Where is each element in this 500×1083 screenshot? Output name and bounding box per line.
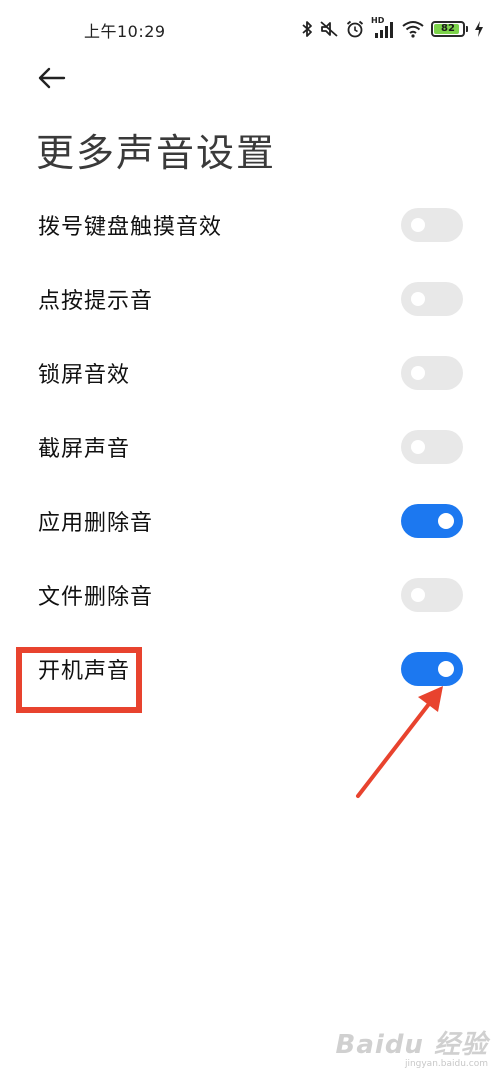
battery-icon: 82 xyxy=(431,21,468,37)
watermark-brand: Baidu 经验 xyxy=(335,1030,488,1060)
setting-row-app-delete-sound[interactable]: 应用删除音 xyxy=(0,484,500,558)
status-icons: HD 82 xyxy=(301,16,484,42)
toggle-knob xyxy=(411,588,425,602)
status-time: 上午10:29 xyxy=(84,22,166,41)
setting-label: 应用删除音 xyxy=(38,511,154,536)
setting-row-screenshot-sound[interactable]: 截屏声音 xyxy=(0,410,500,484)
page-title: 更多声音设置 xyxy=(36,131,277,175)
alarm-icon xyxy=(345,19,365,39)
toggle-knob xyxy=(411,218,425,232)
setting-row-file-delete-sound[interactable]: 文件删除音 xyxy=(0,558,500,632)
settings-list: 拨号键盘触摸音效 点按提示音 锁屏音效 截屏声音 应用删除音 文件删除音 开机声… xyxy=(0,188,500,706)
setting-label: 拨号键盘触摸音效 xyxy=(38,215,223,240)
boot-sound-toggle[interactable] xyxy=(401,652,463,686)
hd-signal-icon: HD xyxy=(371,16,395,39)
mute-icon xyxy=(319,20,339,38)
setting-label: 文件删除音 xyxy=(38,585,154,610)
toggle-knob xyxy=(411,366,425,380)
setting-label: 锁屏音效 xyxy=(38,363,131,388)
toggle-knob xyxy=(411,440,425,454)
toggle-knob xyxy=(438,513,454,529)
annotation-highlight-box xyxy=(16,647,142,713)
battery-level: 82 xyxy=(441,23,455,34)
toggle-knob xyxy=(438,661,454,677)
setting-row-lock-screen-sound[interactable]: 锁屏音效 xyxy=(0,336,500,410)
toggle-knob xyxy=(411,292,425,306)
setting-label: 点按提示音 xyxy=(38,289,154,314)
setting-label: 截屏声音 xyxy=(38,437,131,462)
dialpad-touch-sound-toggle[interactable] xyxy=(401,208,463,242)
setting-row-tap-sound[interactable]: 点按提示音 xyxy=(0,262,500,336)
lock-screen-sound-toggle[interactable] xyxy=(401,356,463,390)
watermark: Baidu 经验 jingyan.baidu.com xyxy=(336,1024,488,1069)
screenshot-sound-toggle[interactable] xyxy=(401,430,463,464)
back-button[interactable] xyxy=(36,62,76,98)
wifi-icon xyxy=(401,20,425,38)
bluetooth-icon xyxy=(301,20,313,38)
app-delete-sound-toggle[interactable] xyxy=(401,504,463,538)
file-delete-sound-toggle[interactable] xyxy=(401,578,463,612)
charging-icon xyxy=(474,20,484,38)
tap-sound-toggle[interactable] xyxy=(401,282,463,316)
setting-row-dialpad-touch-sound[interactable]: 拨号键盘触摸音效 xyxy=(0,188,500,262)
arrow-left-icon xyxy=(36,66,68,94)
status-bar: 上午10:29 HD 82 xyxy=(0,0,500,58)
